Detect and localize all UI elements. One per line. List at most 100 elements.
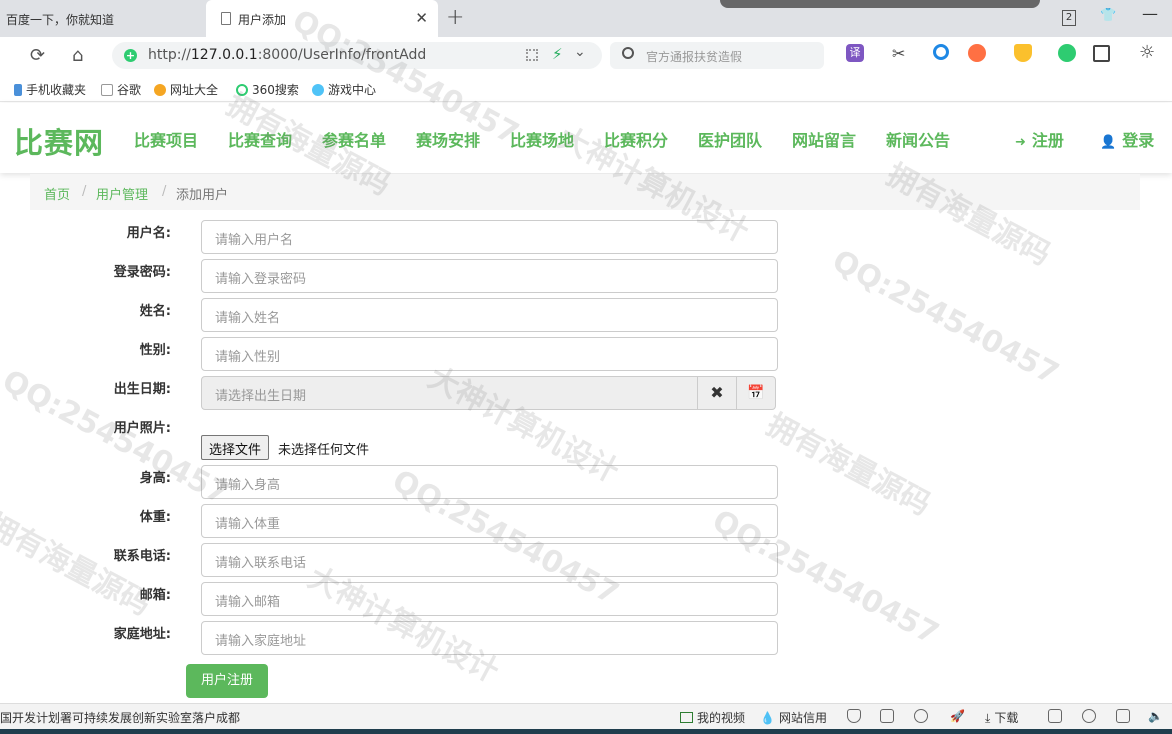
address-input[interactable]: 请输入家庭地址: [201, 621, 778, 655]
nav-item-scores[interactable]: 比赛积分: [604, 127, 668, 151]
ie-icon[interactable]: [1082, 709, 1096, 723]
browser-status-bar: 国开发计划署可持续发展创新实验室落户成都 我的视频 💧 网站信用 🚀 ⤓ 下载 🔈: [0, 703, 1172, 729]
site-credit-button[interactable]: 💧 网站信用: [760, 709, 827, 726]
site-header: 比赛网 比赛项目 比赛查询 参赛名单 赛场安排 比赛场地 比赛积分 医护团队 网…: [0, 103, 1172, 173]
search-icon: [622, 47, 634, 59]
new-tab-button[interactable]: +: [446, 5, 464, 30]
nav-item-venues[interactable]: 比赛场地: [510, 127, 574, 151]
height-input[interactable]: 请输入身高: [201, 465, 778, 499]
username-input[interactable]: 请输入用户名: [201, 220, 778, 254]
close-tab-icon[interactable]: ✕: [415, 9, 428, 27]
print-icon[interactable]: [1048, 709, 1062, 723]
shield-icon[interactable]: [847, 709, 861, 723]
address-bar-row: ⟳ ⌂ + http://127.0.0.1:8000/UserInfo/fro…: [0, 37, 1172, 74]
nav-item-guestbook[interactable]: 网站留言: [792, 127, 856, 151]
tab-count-badge[interactable]: 2: [1062, 10, 1076, 26]
gender-label: 性别:: [139, 343, 171, 358]
search-box[interactable]: 官方通报扶贫造假: [610, 42, 824, 69]
breadcrumb-home[interactable]: 首页: [44, 184, 70, 203]
nav-item-participant-list[interactable]: 参赛名单: [322, 127, 386, 151]
register-submit-button[interactable]: 用户注册: [186, 664, 268, 698]
nav-item-competition-query[interactable]: 比赛查询: [228, 127, 292, 151]
tab-baidu-title: 百度一下，你就知道: [6, 13, 115, 27]
address-label: 家庭地址:: [113, 627, 171, 642]
bookmark-label: 360搜索: [252, 83, 299, 97]
brightness-icon[interactable]: ☼: [1139, 42, 1155, 63]
nav-item-medical-team[interactable]: 医护团队: [698, 127, 762, 151]
tab-user-add[interactable]: 用户添加 ✕: [206, 0, 438, 37]
clear-date-icon[interactable]: ✖: [697, 376, 737, 410]
password-label: 登录密码:: [113, 265, 171, 280]
chevron-down-icon[interactable]: ⌄: [574, 44, 586, 60]
url-host: 127.0.0.1: [190, 47, 258, 63]
tab-baidu[interactable]: 百度一下，你就知道: [0, 0, 206, 37]
secure-shield-icon: +: [124, 49, 137, 62]
bookmark-url-directory[interactable]: 网址大全: [154, 81, 218, 98]
window-decoration: [720, 0, 1040, 8]
lightning-icon[interactable]: ⚡: [552, 45, 563, 63]
minimize-icon[interactable]: —: [1142, 4, 1158, 23]
directory-icon: [154, 84, 166, 96]
status-news-ticker[interactable]: 国开发计划署可持续发展创新实验室落户成都: [0, 709, 240, 726]
password-input[interactable]: 请输入登录密码: [201, 259, 778, 293]
url-prefix: http://: [148, 47, 191, 63]
bookmark-label: 手机收藏夹: [26, 83, 87, 97]
home-icon[interactable]: ⌂: [72, 45, 83, 66]
username-label: 用户名:: [126, 226, 171, 241]
nav-item-venue-schedule[interactable]: 赛场安排: [416, 127, 480, 151]
image-icon[interactable]: [880, 709, 894, 723]
breadcrumb-user-management[interactable]: 用户管理: [96, 184, 148, 203]
bookmark-mobile-favorites[interactable]: 手机收藏夹: [14, 81, 86, 98]
calendar-icon[interactable]: 📅: [736, 376, 776, 410]
bookmark-google[interactable]: 谷歌: [101, 81, 141, 98]
email-input[interactable]: 请输入邮箱: [201, 582, 778, 616]
my-videos-label: 我的视频: [697, 711, 746, 725]
translate-icon[interactable]: 译: [846, 44, 864, 62]
register-link[interactable]: ➜ 注册: [1015, 127, 1064, 151]
breadcrumb-current: 添加用户: [176, 188, 229, 203]
green-circle-icon[interactable]: [1058, 44, 1076, 62]
refresh-icon[interactable]: [914, 709, 928, 723]
bookmark-360-search[interactable]: 360搜索: [236, 81, 299, 98]
site-logo[interactable]: 比赛网: [14, 120, 104, 162]
qr-code-icon[interactable]: [526, 49, 538, 61]
choose-file-button[interactable]: 选择文件: [201, 435, 270, 460]
watermark-text: QQ:254540457: [826, 243, 1065, 392]
sign-in-arrow-icon: ➜: [1015, 135, 1026, 150]
document-icon: [101, 84, 113, 96]
speaker-icon[interactable]: 🔈: [1148, 709, 1163, 723]
bookmark-label: 游戏中心: [328, 83, 377, 97]
drop-icon: 💧: [760, 711, 775, 725]
photo-label: 用户照片:: [113, 421, 171, 436]
login-link[interactable]: 👤 登录: [1100, 127, 1154, 151]
weight-label: 体重:: [139, 510, 171, 525]
url-box[interactable]: + http://127.0.0.1:8000/UserInfo/frontAd…: [112, 42, 602, 69]
my-videos-button[interactable]: 我的视频: [680, 709, 745, 726]
birthday-input[interactable]: 请选择出生日期: [201, 376, 698, 410]
name-input[interactable]: 请输入姓名: [201, 298, 778, 332]
apps-grid-icon[interactable]: [1093, 45, 1110, 62]
weight-input[interactable]: 请输入体重: [201, 504, 778, 538]
phone-label: 联系电话:: [113, 549, 171, 564]
window-icon[interactable]: [1116, 709, 1130, 723]
phone-input[interactable]: 请输入联系电话: [201, 543, 778, 577]
shield-wallet-icon[interactable]: [1014, 44, 1032, 62]
magnifier-tool-icon[interactable]: [933, 44, 949, 60]
email-label: 邮箱:: [139, 588, 171, 603]
nav-item-news[interactable]: 新闻公告: [886, 127, 950, 151]
reload-icon[interactable]: ⟳: [30, 45, 45, 66]
game-controller-icon[interactable]: [968, 44, 986, 62]
user-icon: 👤: [1100, 135, 1117, 150]
rocket-icon[interactable]: 🚀: [950, 709, 965, 723]
nav-item-competition-projects[interactable]: 比赛项目: [134, 127, 198, 151]
bookmark-label: 网址大全: [170, 83, 219, 97]
scissors-icon[interactable]: ✂: [892, 44, 905, 63]
download-button[interactable]: ⤓ 下载: [985, 709, 1018, 726]
browser-tab-strip: 百度一下，你就知道 用户添加 ✕ + 2 👕 —: [0, 0, 1172, 37]
watermark-text: 拥有海量源码: [760, 407, 937, 523]
bookmark-game-center[interactable]: 游戏中心: [312, 81, 376, 98]
shirt-icon[interactable]: 👕: [1100, 8, 1116, 23]
gender-input[interactable]: 请输入性别: [201, 337, 778, 371]
name-label: 姓名:: [139, 304, 171, 319]
url-text[interactable]: http://127.0.0.1:8000/UserInfo/frontAdd: [148, 47, 426, 63]
